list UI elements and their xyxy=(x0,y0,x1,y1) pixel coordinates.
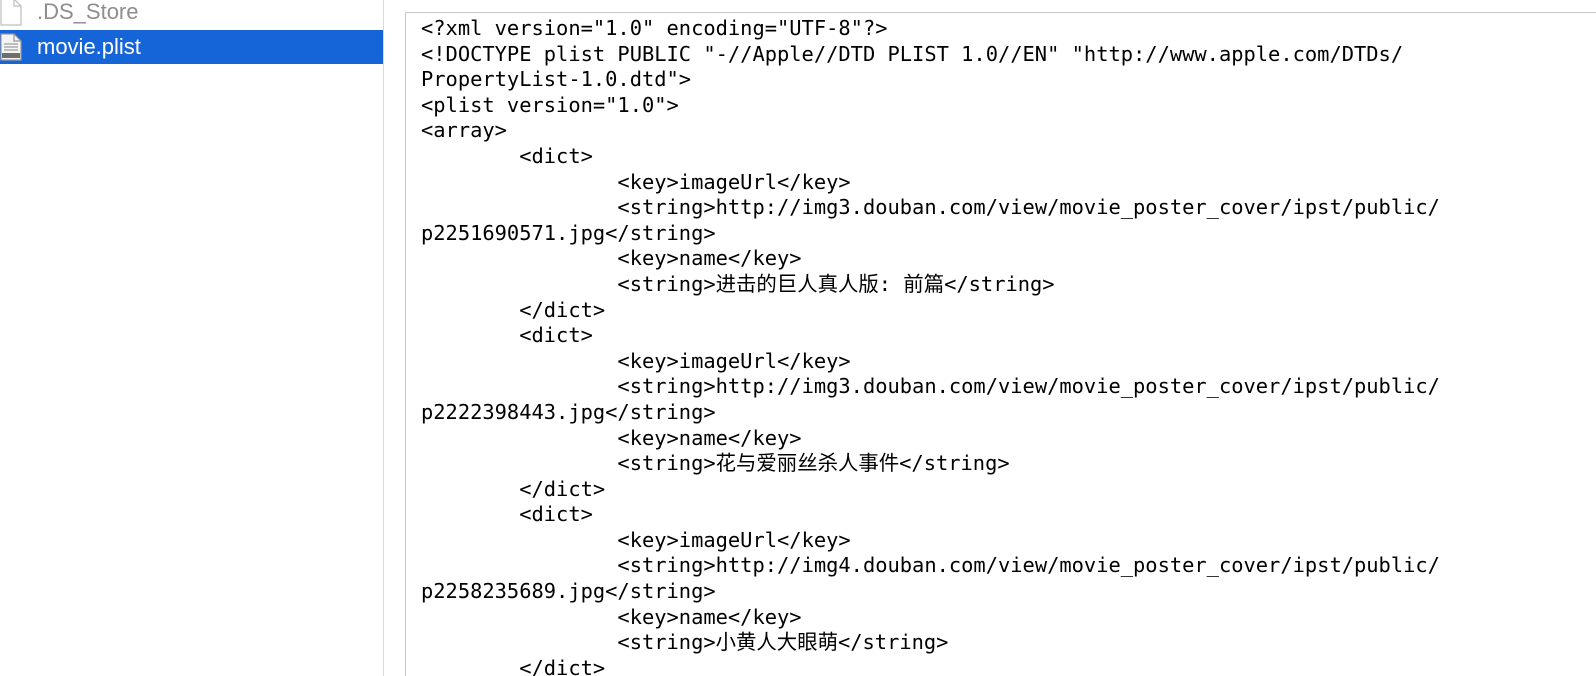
code-line: <array> xyxy=(421,118,507,143)
code-line: <key>name</key> xyxy=(421,425,802,450)
file-preview-pane[interactable]: <?xml version="1.0" encoding="UTF-8"?> <!… xyxy=(405,12,1596,676)
code-line: <string>http://img3.douban.com/view/movi… xyxy=(421,195,1440,220)
code-line: </dict> xyxy=(421,476,606,501)
plist-source-text: <?xml version="1.0" encoding="UTF-8"?> <!… xyxy=(421,16,1440,676)
code-line: <string>小黄人大眼萌</string> xyxy=(421,630,949,655)
finder-window: .DS_Store movie.plist <?xml version="1.0… xyxy=(0,0,1596,676)
code-line: p2251690571.jpg</string> xyxy=(421,220,716,245)
code-line: <string>进击的巨人真人版: 前篇</string> xyxy=(421,271,1055,296)
plist-file-icon xyxy=(0,33,22,61)
code-line: <?xml version="1.0" encoding="UTF-8"?> xyxy=(421,16,888,40)
code-line: <dict> xyxy=(421,502,593,527)
code-line: p2222398443.jpg</string> xyxy=(421,399,716,424)
code-line: <!DOCTYPE plist PUBLIC "-//Apple//DTD PL… xyxy=(421,41,1404,66)
code-line: <key>name</key> xyxy=(421,246,802,271)
code-line: PropertyList-1.0.dtd"> xyxy=(421,67,692,92)
file-name: .DS_Store xyxy=(37,0,139,24)
code-line: <key>name</key> xyxy=(421,604,802,629)
document-icon xyxy=(0,0,22,26)
code-line: p2258235689.jpg</string> xyxy=(421,579,716,604)
code-line: <plist version="1.0"> xyxy=(421,92,679,117)
file-row-ds-store[interactable]: .DS_Store xyxy=(0,0,383,29)
code-line: <dict> xyxy=(421,143,593,168)
file-name: movie.plist xyxy=(37,34,141,59)
code-line: <key>imageUrl</key> xyxy=(421,169,851,194)
code-line: <string>花与爱丽丝杀人事件</string> xyxy=(421,451,1010,476)
code-line: </dict> xyxy=(421,655,606,676)
code-line: </dict> xyxy=(421,297,606,322)
code-line: <string>http://img3.douban.com/view/movi… xyxy=(421,374,1440,399)
code-line: <key>imageUrl</key> xyxy=(421,527,851,552)
file-list: .DS_Store movie.plist xyxy=(0,0,384,676)
file-row-movie-plist[interactable]: movie.plist xyxy=(0,30,383,64)
code-line: <string>http://img4.douban.com/view/movi… xyxy=(421,553,1440,578)
code-line: <key>imageUrl</key> xyxy=(421,348,851,373)
code-line: <dict> xyxy=(421,323,593,348)
